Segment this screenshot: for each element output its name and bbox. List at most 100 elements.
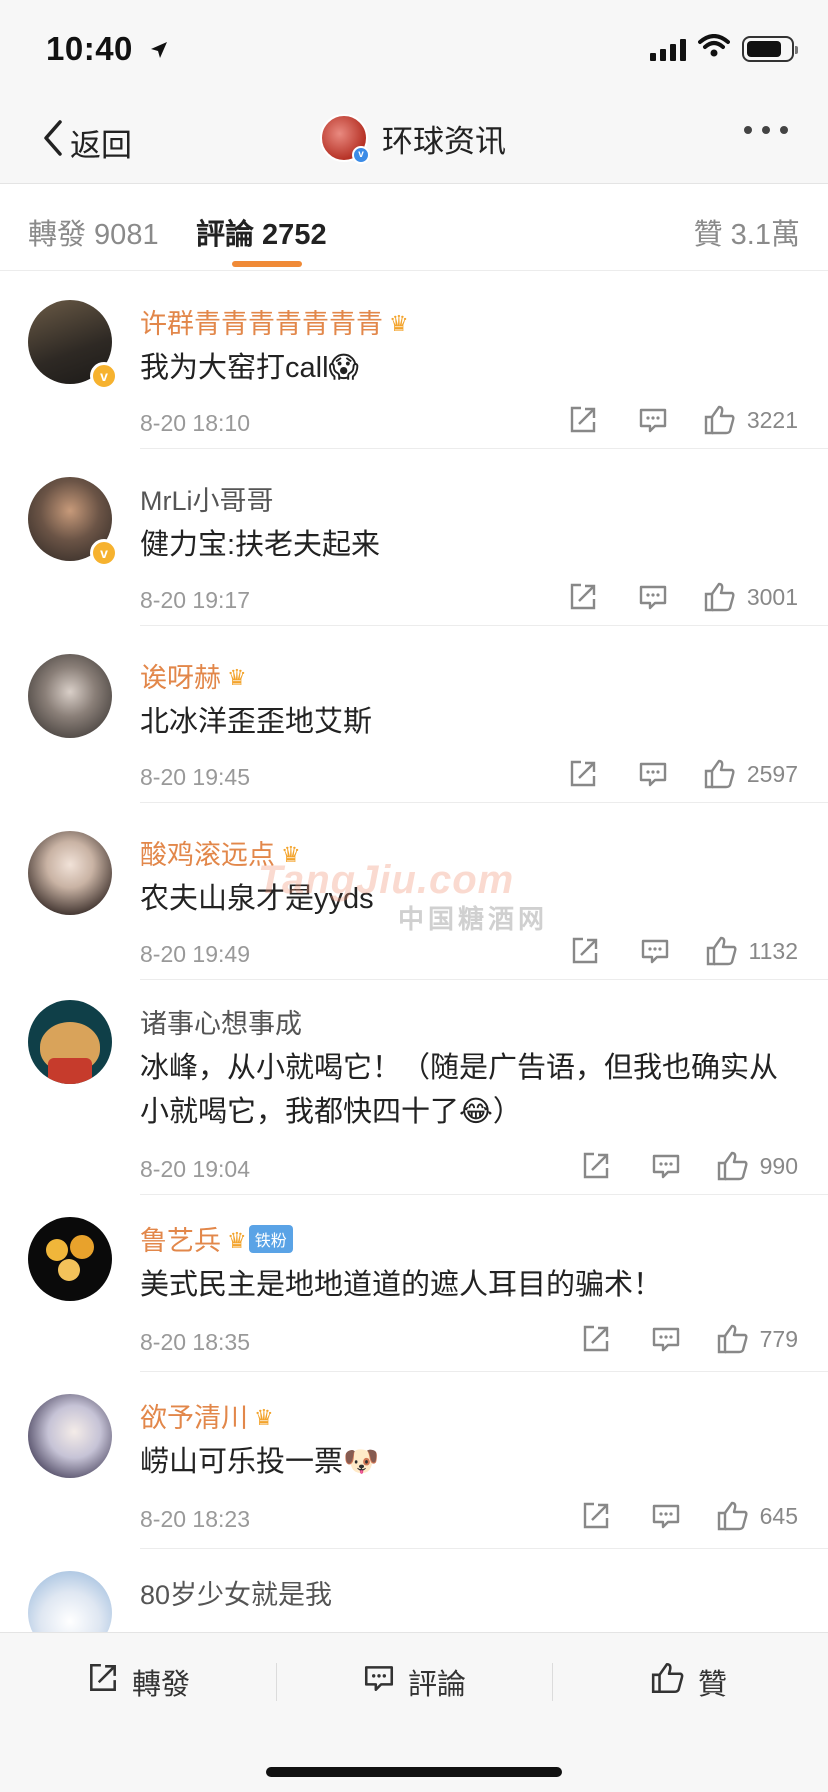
comment-item: 酸鸡滚远点 ♛ 农夫山泉才是yyds 8-20 19:49 1132: [0, 803, 828, 980]
page-title: 环球资讯: [382, 123, 506, 159]
thumbs-up-icon: [716, 1500, 750, 1532]
comment-list: v 许群青青青青青青青 ♛ 我为大窑打call😱 8-20 18:10 3221 …: [0, 272, 828, 1669]
like-button[interactable]: 3221: [703, 404, 798, 436]
like-count: 779: [759, 1325, 798, 1352]
comment-actions: 1132: [569, 935, 798, 967]
cellular-signal-icon: [650, 37, 686, 61]
active-tab-indicator: [232, 261, 302, 267]
comment-item: 鲁艺兵 ♛ 铁粉 美式民主是地地道道的遮人耳目的骗术！ 8-20 18:35 779: [0, 1195, 828, 1372]
comment-actions: 3221: [567, 404, 798, 436]
comment-actions: 2597: [567, 758, 798, 790]
author-name: 许群青青青青青青青: [140, 309, 383, 339]
divider: [552, 1663, 553, 1701]
repost-icon[interactable]: [567, 404, 599, 436]
comment-time: 8-20 19:17: [140, 587, 250, 613]
comment-icon[interactable]: [637, 404, 669, 436]
comment-author[interactable]: 酸鸡滚远点 ♛: [140, 833, 301, 872]
like-button[interactable]: 贊: [650, 1661, 727, 1703]
comment-author[interactable]: 鲁艺兵 ♛ 铁粉: [140, 1219, 293, 1258]
comment-actions: 990: [580, 1150, 798, 1182]
like-count: 645: [759, 1502, 798, 1529]
avatar[interactable]: v: [28, 477, 118, 567]
verified-icon: v: [352, 146, 370, 164]
comment-author[interactable]: 诸事心想事成: [140, 1002, 302, 1041]
comment-icon[interactable]: [637, 581, 669, 613]
comment-author[interactable]: 诶呀赫 ♛: [140, 656, 247, 695]
status-time: 10:40: [46, 30, 169, 68]
tab-likes[interactable]: 贊 3.1萬: [694, 211, 800, 253]
tab-comments[interactable]: 評論 2752: [196, 211, 327, 253]
comment-icon[interactable]: [650, 1500, 682, 1532]
comment-text: 我为大窑打call😱: [140, 352, 359, 384]
crown-icon: ♛: [227, 665, 247, 690]
repost-icon[interactable]: [567, 758, 599, 790]
nav-title[interactable]: v 环球资讯: [320, 114, 506, 164]
repost-icon[interactable]: [580, 1150, 612, 1182]
more-options-button[interactable]: [744, 126, 788, 134]
avatar[interactable]: [28, 1394, 116, 1482]
repost-icon[interactable]: [569, 935, 601, 967]
home-indicator[interactable]: [266, 1767, 562, 1777]
avatar[interactable]: v: [28, 300, 118, 390]
comment-actions: 779: [580, 1323, 798, 1355]
verified-icon: v: [90, 362, 118, 390]
like-count: 1132: [748, 937, 798, 964]
comment-text: 冰峰，从小就喝它！（随是广告语，但我也确实从小就喝它，我都快四十了😂）: [140, 1052, 779, 1128]
repost-icon[interactable]: [580, 1323, 612, 1355]
like-button[interactable]: 645: [716, 1500, 798, 1532]
comment-time: 8-20 18:35: [140, 1329, 250, 1355]
comment-icon: [362, 1661, 396, 1703]
comment-author[interactable]: 欲予清川 ♛: [140, 1396, 274, 1435]
battery-icon: [742, 35, 798, 62]
comment-item: v 许群青青青青青青青 ♛ 我为大窑打call😱 8-20 18:10 3221: [0, 272, 828, 449]
repost-button[interactable]: 轉發: [86, 1661, 190, 1703]
nav-bar: 返回 v 环球资讯: [0, 92, 828, 184]
tab-reposts[interactable]: 轉發 9081: [28, 211, 159, 253]
back-label: 返回: [70, 127, 132, 163]
wifi-icon: [698, 34, 730, 63]
comment-time: 8-20 19:45: [140, 764, 250, 790]
repost-icon[interactable]: [580, 1500, 612, 1532]
thumbs-up-icon: [703, 758, 737, 790]
comment-author[interactable]: MrLi小哥哥: [140, 479, 274, 518]
comment-author[interactable]: 80岁少女就是我: [140, 1573, 332, 1612]
avatar[interactable]: [28, 831, 116, 919]
thumbs-up-icon: [716, 1150, 750, 1182]
comment-icon[interactable]: [637, 758, 669, 790]
crown-icon: ♛: [281, 842, 301, 867]
like-button[interactable]: 3001: [703, 581, 798, 613]
comment-item: 欲予清川 ♛ 崂山可乐投一票🐶 8-20 18:23 645: [0, 1372, 828, 1549]
fan-badge: 铁粉: [248, 1225, 293, 1253]
comment-icon[interactable]: [650, 1323, 682, 1355]
thumbs-up-icon: [705, 935, 739, 967]
like-button[interactable]: 2597: [703, 758, 798, 790]
comment-label: 評論: [408, 1669, 467, 1701]
comment-text: 农夫山泉才是yyds: [140, 883, 374, 915]
comment-icon[interactable]: [650, 1150, 682, 1182]
thumbs-up-icon: [703, 581, 737, 613]
bottom-action-bar: 轉發 評論 贊: [0, 1632, 828, 1792]
author-name: 鲁艺兵: [140, 1226, 221, 1256]
comment-text: 北冰洋歪歪地艾斯: [140, 706, 373, 738]
back-button[interactable]: 返回: [40, 118, 132, 166]
comment-button[interactable]: 評論: [362, 1661, 466, 1703]
repost-icon[interactable]: [567, 581, 599, 613]
status-indicators: [650, 34, 798, 63]
like-button[interactable]: 779: [716, 1323, 798, 1355]
avatar[interactable]: [28, 1217, 116, 1305]
avatar[interactable]: [28, 1000, 116, 1088]
comment-item: 诸事心想事成 冰峰，从小就喝它！（随是广告语，但我也确实从小就喝它，我都快四十了…: [0, 980, 828, 1195]
like-count: 2597: [746, 760, 798, 787]
author-name: 酸鸡滚远点: [140, 840, 275, 870]
comment-author[interactable]: 许群青青青青青青青 ♛: [140, 302, 409, 341]
avatar[interactable]: [28, 654, 116, 742]
like-button[interactable]: 990: [716, 1150, 798, 1182]
avatar: v: [320, 114, 370, 164]
like-count: 990: [759, 1152, 798, 1179]
comment-time: 8-20 18:23: [140, 1506, 250, 1532]
comment-text: 美式民主是地地道道的遮人耳目的骗术！: [140, 1269, 663, 1301]
thumbs-up-icon: [703, 404, 737, 436]
comment-icon[interactable]: [639, 935, 671, 967]
comment-actions: 3001: [567, 581, 798, 613]
like-button[interactable]: 1132: [705, 935, 798, 967]
